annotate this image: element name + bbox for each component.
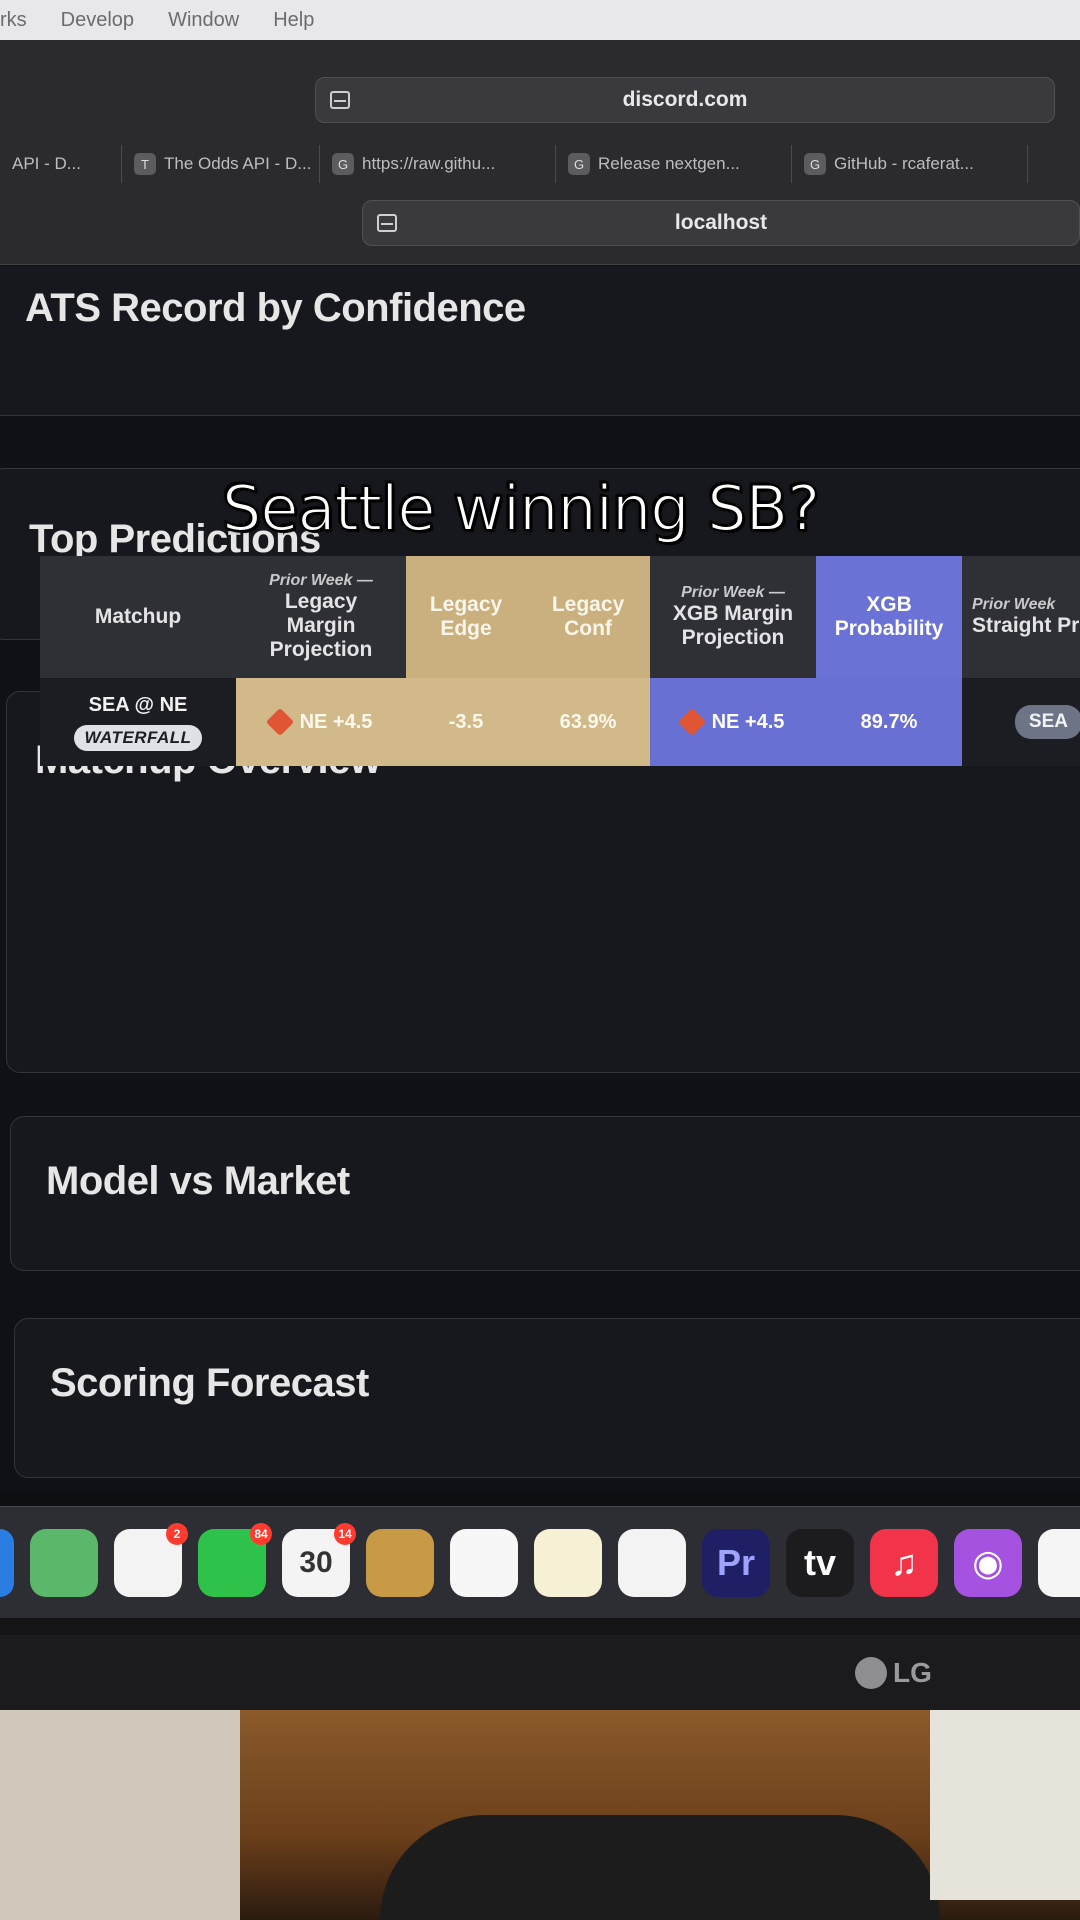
football-icon — [265, 707, 294, 737]
podcasts-icon[interactable]: ◉ — [954, 1528, 1022, 1597]
xgb-probability-value: 89.7% — [816, 678, 962, 766]
header-prefix: Prior Week — — [681, 583, 785, 601]
lg-logo: LG — [855, 1657, 932, 1689]
tab-github-rcaferat[interactable]: G GitHub - rcaferat... — [792, 145, 1028, 183]
header-prefix: Prior Week — — [269, 571, 373, 589]
xgb-margin-value: NE +4.5 — [650, 678, 816, 766]
photos-icon[interactable]: 2 — [114, 1522, 188, 1597]
monitor-stand — [380, 1815, 940, 1920]
menu-bookmarks[interactable]: rks — [0, 9, 27, 32]
paper-object — [930, 1710, 1080, 1900]
address-bar-top[interactable]: discord.com — [315, 77, 1055, 123]
header-label: Legacy Margin Projection — [269, 589, 373, 662]
tab-odds-api[interactable]: T The Odds API - D... — [122, 145, 320, 183]
browser-chrome: discord.com API - D... T The Odds API - … — [0, 40, 1080, 265]
lg-logo-icon — [855, 1657, 887, 1689]
scoring-forecast-card: Scoring Forecast — [14, 1318, 1080, 1478]
section-title: Scoring Forecast — [50, 1361, 369, 1405]
section-title: Model vs Market — [46, 1159, 350, 1203]
menu-bar: rks Develop Window Help — [0, 0, 1080, 40]
tab-favicon-icon: G — [568, 153, 590, 175]
facetime-icon[interactable]: 84 — [198, 1522, 272, 1597]
address-bar-active[interactable]: localhost — [362, 200, 1080, 246]
tab-raw-github[interactable]: G https://raw.githu... — [320, 145, 556, 183]
tab-api[interactable]: API - D... — [0, 145, 122, 183]
premiere-icon[interactable]: Pr — [702, 1528, 770, 1597]
app-glyph: tv — [803, 1541, 836, 1583]
matchup-teams: SEA @ NE — [88, 693, 188, 716]
notification-badge: 2 — [166, 1522, 188, 1545]
contacts-icon[interactable] — [366, 1528, 434, 1597]
team-badge: SEA — [1014, 705, 1080, 739]
address-bar-url: discord.com — [622, 88, 748, 111]
table-row[interactable]: SEA @ NE WATERFALL — [40, 678, 236, 766]
appletv-icon[interactable]: tv — [786, 1528, 854, 1597]
header-legacy-conf[interactable]: Legacy Conf — [526, 556, 650, 678]
header-straight[interactable]: Prior Week Straight Projectio — [962, 556, 1080, 678]
menu-help[interactable]: Help — [273, 9, 314, 32]
address-bar-url: localhost — [674, 211, 768, 234]
legacy-conf-value: 63.9% — [526, 678, 650, 766]
section-title: ATS Record by Confidence — [25, 286, 526, 330]
notification-badge: 14 — [334, 1522, 356, 1545]
freeform-icon[interactable] — [618, 1528, 686, 1597]
tab-label: Release nextgen... — [598, 154, 740, 173]
notification-badge: 84 — [250, 1522, 272, 1545]
app-glyph: ♫ — [890, 1541, 918, 1583]
dashboard-page: ATS Record by Confidence Top Predictions… — [0, 266, 1080, 1491]
app-glyph: Pr — [716, 1541, 756, 1583]
header-legacy-edge[interactable]: Legacy Edge — [406, 556, 526, 678]
header-matchup[interactable]: Matchup — [40, 556, 236, 678]
menu-window[interactable]: Window — [168, 9, 239, 32]
notes-icon[interactable] — [534, 1528, 602, 1597]
app-glyph: 30 — [299, 1545, 333, 1579]
finder-icon[interactable] — [0, 1528, 14, 1597]
matchup-table: Matchup Prior Week — Legacy Margin Proje… — [32, 556, 1080, 774]
model-vs-market-card: Model vs Market — [10, 1116, 1080, 1271]
tab-favicon-icon: G — [332, 153, 354, 175]
header-xgb-probability[interactable]: XGB Probability — [816, 556, 962, 678]
legacy-edge-value: -3.5 — [406, 678, 526, 766]
dock: 2 84 30 14 Pr tv ♫ ◉ — [0, 1506, 1080, 1618]
tab-release-nextgen[interactable]: G Release nextgen... — [556, 145, 792, 183]
header-prefix: Prior Week — [972, 595, 1056, 613]
app-glyph: ◉ — [972, 1541, 1004, 1583]
tab-label: GitHub - rcaferat... — [834, 154, 974, 173]
header-legacy-margin[interactable]: Prior Week — Legacy Margin Projection — [236, 556, 406, 678]
video-caption: Seattle winning SB? — [221, 471, 821, 546]
football-icon — [677, 707, 706, 737]
menu-develop[interactable]: Develop — [61, 9, 134, 32]
tab-label: https://raw.githu... — [362, 154, 496, 173]
music-icon[interactable]: ♫ — [870, 1528, 938, 1597]
header-label: Straight Projectio — [972, 614, 1080, 638]
news-icon[interactable] — [1038, 1528, 1080, 1597]
page-icon — [330, 91, 350, 109]
header-xgb-margin[interactable]: Prior Week — XGB Margin Projection — [650, 556, 816, 678]
header-label: XGB Margin Projection — [672, 602, 794, 650]
legacy-margin-value: NE +4.5 — [236, 678, 406, 766]
calendar-icon[interactable]: 30 14 — [282, 1522, 356, 1597]
tab-label: API - D... — [12, 154, 81, 173]
waterfall-badge[interactable]: WATERFALL — [74, 724, 202, 751]
ats-record-card: ATS Record by Confidence — [0, 266, 1080, 416]
reminders-icon[interactable] — [450, 1528, 518, 1597]
background-wall — [0, 1710, 240, 1920]
tab-label: The Odds API - D... — [164, 154, 312, 173]
maps-icon[interactable] — [30, 1528, 98, 1597]
page-icon — [377, 214, 397, 232]
tab-bar: API - D... T The Odds API - D... G https… — [0, 142, 1080, 186]
tab-favicon-icon: T — [134, 153, 156, 175]
straight-projection-value: SEA — [962, 678, 1080, 766]
tab-favicon-icon: G — [804, 153, 826, 175]
